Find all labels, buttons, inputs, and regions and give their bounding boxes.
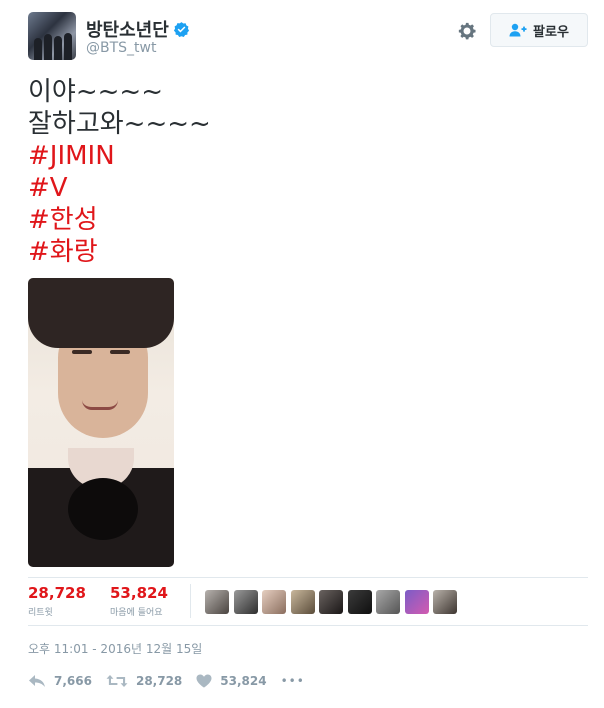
verified-badge-icon xyxy=(173,21,189,37)
like-action-count: 53,824 xyxy=(220,674,267,688)
avatar[interactable] xyxy=(28,12,76,60)
retweet-icon xyxy=(106,675,128,687)
more-options-icon[interactable]: ••• xyxy=(281,674,305,688)
hashtag-link[interactable]: #JIMIN xyxy=(28,140,211,172)
follow-button[interactable]: 팔로우 xyxy=(490,13,588,47)
retweet-count: 28,728 xyxy=(28,584,86,602)
tweet-actions: 7,666 28,728 53,824 ••• xyxy=(28,670,305,692)
liker-avatars xyxy=(205,590,462,614)
hashtag-link[interactable]: #화랑 xyxy=(28,236,211,268)
tweet-text: 이야~~~~ 잘하고와~~~~ #JIMIN #V #한성 #화랑 xyxy=(28,76,211,268)
like-stat[interactable]: 53,824 마음에 들어요 xyxy=(110,584,168,618)
hashtag-link[interactable]: #한성 xyxy=(28,204,211,236)
tweet-line: 이야~~~~ xyxy=(28,77,163,107)
liker-avatar[interactable] xyxy=(433,590,457,614)
divider xyxy=(190,584,191,618)
like-button[interactable]: 53,824 xyxy=(196,674,267,688)
tweet-line: 잘하고와~~~~ xyxy=(28,109,211,139)
reply-button[interactable]: 7,666 xyxy=(28,674,92,688)
like-label: 마음에 들어요 xyxy=(110,608,163,618)
liker-avatar[interactable] xyxy=(404,590,429,614)
retweet-label: 리트윗 xyxy=(28,608,53,618)
add-user-icon xyxy=(509,23,527,37)
liker-avatar[interactable] xyxy=(347,590,372,614)
gear-icon[interactable] xyxy=(456,20,478,42)
name-row: 방탄소년단 xyxy=(86,16,190,42)
reply-count: 7,666 xyxy=(54,674,92,688)
liker-avatar[interactable] xyxy=(233,590,258,614)
reply-icon xyxy=(29,675,45,687)
liker-avatar[interactable] xyxy=(262,590,286,614)
divider xyxy=(28,625,588,626)
like-count: 53,824 xyxy=(110,584,168,602)
user-handle[interactable]: @BTS_twt xyxy=(86,40,156,56)
liker-avatar[interactable] xyxy=(205,590,229,614)
liker-avatar[interactable] xyxy=(290,590,315,614)
liker-avatar[interactable] xyxy=(319,590,343,614)
hashtag-link[interactable]: #V xyxy=(28,172,211,204)
retweet-stat[interactable]: 28,728 리트윗 xyxy=(28,584,86,618)
follow-label: 팔로우 xyxy=(533,24,569,40)
divider xyxy=(28,577,588,578)
display-name[interactable]: 방탄소년단 xyxy=(86,16,169,42)
heart-icon xyxy=(196,674,212,688)
tweet-timestamp[interactable]: 오후 11:01 - 2016년 12월 15일 xyxy=(28,640,202,657)
retweet-button[interactable]: 28,728 xyxy=(106,674,182,688)
retweet-action-count: 28,728 xyxy=(135,674,183,688)
tweet-header: 방탄소년단 @BTS_twt 팔로우 xyxy=(28,12,588,60)
liker-avatar[interactable] xyxy=(376,590,400,614)
tweet-photo[interactable] xyxy=(28,278,174,567)
